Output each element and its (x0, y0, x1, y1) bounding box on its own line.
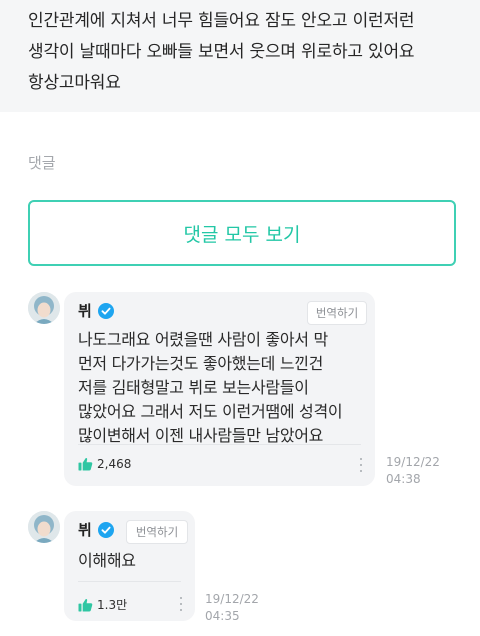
timestamp: 19/12/22 04:35 (205, 592, 259, 623)
verified-badge-icon (97, 521, 114, 538)
translate-button[interactable]: 번역하기 (126, 520, 188, 544)
post-text: 인간관계에 지쳐서 너무 힘들어요 잠도 안오고 이런저런 생각이 날때마다 오… (28, 11, 415, 93)
like-count: 2,468 (97, 457, 132, 471)
timestamp: 19/12/22 04:38 (386, 455, 440, 486)
author-row: 뷔 (78, 300, 114, 321)
author-row: 뷔 (78, 519, 114, 540)
thumbs-up-icon (78, 457, 93, 471)
avatar[interactable] (28, 292, 60, 324)
reply-text: 나도그래요 어렸을땐 사람이 좋아서 막 먼저 다가가는것도 좋아했는데 느낀건… (78, 330, 343, 445)
divider (78, 444, 361, 445)
more-vertical-icon[interactable] (179, 597, 183, 611)
reply-bubble: 뷔 번역하기 이해해요 1.3만 (64, 511, 195, 621)
reply-text: 이해해요 (78, 551, 136, 570)
view-all-comments-button[interactable]: 댓글 모두 보기 (28, 200, 456, 266)
translate-button[interactable]: 번역하기 (307, 301, 367, 325)
like-button[interactable]: 1.3만 (78, 596, 127, 613)
divider (78, 581, 181, 582)
verified-badge-icon (97, 302, 114, 319)
thumbs-up-icon (78, 598, 93, 612)
author-name[interactable]: 뷔 (78, 519, 92, 540)
reply-bubble: 뷔 번역하기 나도그래요 어렸을땐 사람이 좋아서 막 먼저 다가가는것도 좋아… (64, 292, 375, 486)
post-card: 인간관계에 지쳐서 너무 힘들어요 잠도 안오고 이런저런 생각이 날때마다 오… (0, 0, 480, 112)
comments-heading: 댓글 (28, 154, 56, 172)
avatar[interactable] (28, 511, 60, 543)
more-vertical-icon[interactable] (359, 458, 363, 472)
like-button[interactable]: 2,468 (78, 457, 131, 471)
like-count: 1.3만 (97, 598, 128, 612)
author-name[interactable]: 뷔 (78, 300, 92, 321)
